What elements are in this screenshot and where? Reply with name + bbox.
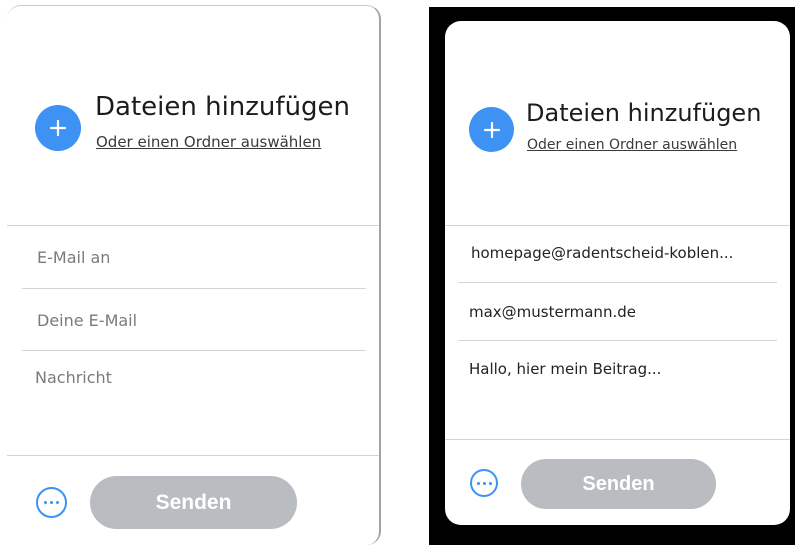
to-email-input[interactable]: E-Mail an (37, 248, 357, 267)
send-button[interactable]: Senden (90, 476, 297, 529)
upload-form-empty: Dateien hinzufügen Oder einen Ordner aus… (7, 5, 381, 545)
more-options-button[interactable] (470, 469, 498, 497)
divider (445, 225, 790, 226)
select-folder-link[interactable]: Oder einen Ordner auswählen (96, 133, 321, 151)
message-textarea[interactable]: Hallo, hier mein Beitrag... (469, 360, 769, 378)
from-email-input[interactable]: Deine E-Mail (37, 311, 357, 330)
add-files-title: Dateien hinzufügen (95, 92, 351, 122)
plus-icon (49, 119, 67, 137)
add-files-button[interactable] (469, 107, 514, 152)
divider (7, 455, 379, 456)
from-email-input[interactable]: max@mustermann.de (469, 303, 769, 321)
divider (22, 350, 366, 351)
message-textarea[interactable]: Nachricht (35, 368, 355, 387)
select-folder-link[interactable]: Oder einen Ordner auswählen (527, 137, 737, 153)
upload-form-filled: Dateien hinzufügen Oder einen Ordner aus… (445, 21, 790, 525)
more-options-button[interactable] (36, 487, 67, 518)
divider (445, 439, 790, 440)
ellipsis-icon (44, 501, 59, 504)
add-files-title: Dateien hinzufügen (526, 99, 762, 127)
divider (458, 340, 777, 341)
to-email-input[interactable]: homepage@radentscheid-koblen... (471, 244, 771, 262)
divider (7, 225, 379, 226)
ellipsis-icon (476, 481, 492, 485)
add-files-button[interactable] (35, 105, 81, 151)
divider (22, 288, 366, 289)
plus-icon (483, 121, 500, 138)
send-button[interactable]: Senden (521, 459, 716, 509)
divider (458, 282, 777, 283)
